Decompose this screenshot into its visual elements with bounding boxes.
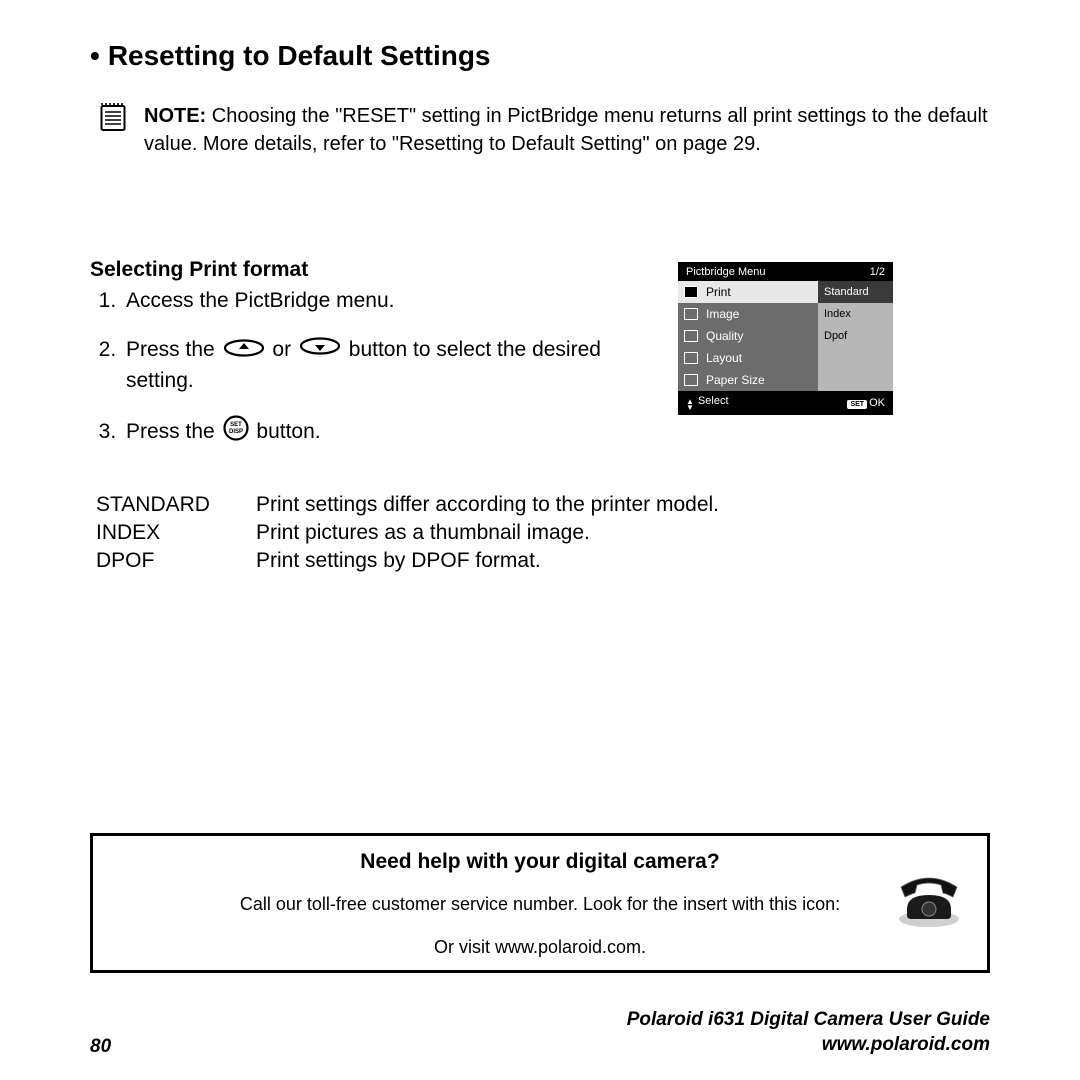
quality-icon <box>678 325 704 347</box>
page-footer: 80 Polaroid i631 Digital Camera User Gui… <box>90 1007 990 1058</box>
menu-row-image: Image Index <box>678 303 893 325</box>
menu-footer-left-text: Select <box>698 395 729 407</box>
svg-text:SET: SET <box>230 422 242 428</box>
help-line-1: Call our toll-free customer service numb… <box>109 894 971 915</box>
menu-footer: ▲▼ Select SETOK <box>678 391 893 415</box>
page-number: 80 <box>90 1036 111 1058</box>
svg-text:DISP: DISP <box>229 429 243 435</box>
up-down-arrows-icon: ▲▼ <box>686 399 694 411</box>
menu-header-title: Pictbridge Menu <box>686 266 766 278</box>
up-button-icon <box>223 336 265 365</box>
steps-column: Selecting Print format Access the PictBr… <box>90 258 650 459</box>
menu-row-value: Dpof <box>818 325 893 347</box>
page: • Resetting to Default Settings NOTE: Cho… <box>0 0 1080 1080</box>
def-term: STANDARD <box>96 493 256 517</box>
definitions: STANDARD Print settings differ according… <box>96 493 990 573</box>
def-term: INDEX <box>96 521 256 545</box>
footer-guide: Polaroid i631 Digital Camera User Guide <box>627 1007 990 1033</box>
help-line-2: Or visit www.polaroid.com. <box>109 937 971 958</box>
menu-header-page: 1/2 <box>870 266 885 278</box>
down-button-icon <box>299 336 341 365</box>
menu-row-label: Print <box>704 281 818 303</box>
telephone-icon <box>893 865 965 934</box>
def-desc: Print pictures as a thumbnail image. <box>256 521 990 545</box>
menu-footer-right: SETOK <box>847 397 885 409</box>
def-standard: STANDARD Print settings differ according… <box>96 493 990 517</box>
menu-row-value <box>818 347 893 369</box>
printer-icon <box>678 281 704 303</box>
body-area: Selecting Print format Access the PictBr… <box>90 258 990 459</box>
menu-footer-left: ▲▼ Select <box>686 395 729 411</box>
note-text: NOTE: Choosing the "RESET" setting in Pi… <box>144 102 990 158</box>
step-1: Access the PictBridge menu. <box>122 286 650 315</box>
menu-row-print: Print Standard <box>678 281 893 303</box>
def-desc: Print settings by DPOF format. <box>256 549 990 573</box>
step-2-b: or <box>272 338 291 361</box>
help-box: Need help with your digital camera? Call… <box>90 833 990 973</box>
menu-row-value: Index <box>818 303 893 325</box>
menu-row-layout: Layout <box>678 347 893 369</box>
set-pill: SET <box>847 400 867 409</box>
steps-list: Access the PictBridge menu. Press the or <box>90 286 650 449</box>
note-label: NOTE: <box>144 105 206 127</box>
image-icon <box>678 303 704 325</box>
menu-row-value: Standard <box>818 281 893 303</box>
footer-right: Polaroid i631 Digital Camera User Guide … <box>627 1007 990 1058</box>
set-disp-button-icon: SET DISP <box>223 415 249 449</box>
def-desc: Print settings differ according to the p… <box>256 493 990 517</box>
paper-size-icon <box>678 369 704 391</box>
step-3: Press the SET DISP button. <box>122 415 650 449</box>
note-block: NOTE: Choosing the "RESET" setting in Pi… <box>90 102 990 158</box>
section-title: • Resetting to Default Settings <box>90 40 990 72</box>
step-3-a: Press the <box>126 420 215 443</box>
layout-icon <box>678 347 704 369</box>
menu-header: Pictbridge Menu 1/2 <box>678 262 893 281</box>
bullet: • <box>90 40 100 71</box>
menu-row-value <box>818 369 893 391</box>
def-dpof: DPOF Print settings by DPOF format. <box>96 549 990 573</box>
section-title-text: Resetting to Default Settings <box>108 40 491 71</box>
menu-footer-ok: OK <box>869 397 885 409</box>
step-2: Press the or button to s <box>122 335 650 395</box>
step-2-a: Press the <box>126 338 215 361</box>
menu-row-label: Layout <box>704 347 818 369</box>
step-3-b: button. <box>256 420 320 443</box>
help-title: Need help with your digital camera? <box>109 850 971 874</box>
footer-url: www.polaroid.com <box>627 1032 990 1058</box>
def-term: DPOF <box>96 549 256 573</box>
pictbridge-menu-screenshot: Pictbridge Menu 1/2 Print Standard Image… <box>678 262 893 415</box>
menu-row-label: Paper Size <box>704 369 818 391</box>
note-body: Choosing the "RESET" setting in PictBrid… <box>144 105 988 155</box>
menu-row-quality: Quality Dpof <box>678 325 893 347</box>
step-1-text: Access the PictBridge menu. <box>126 289 394 312</box>
menu-row-label: Quality <box>704 325 818 347</box>
def-index: INDEX Print pictures as a thumbnail imag… <box>96 521 990 545</box>
menu-row-label: Image <box>704 303 818 325</box>
notepad-icon <box>100 102 126 132</box>
menu-row-paper-size: Paper Size <box>678 369 893 391</box>
subsection-heading: Selecting Print format <box>90 258 650 282</box>
